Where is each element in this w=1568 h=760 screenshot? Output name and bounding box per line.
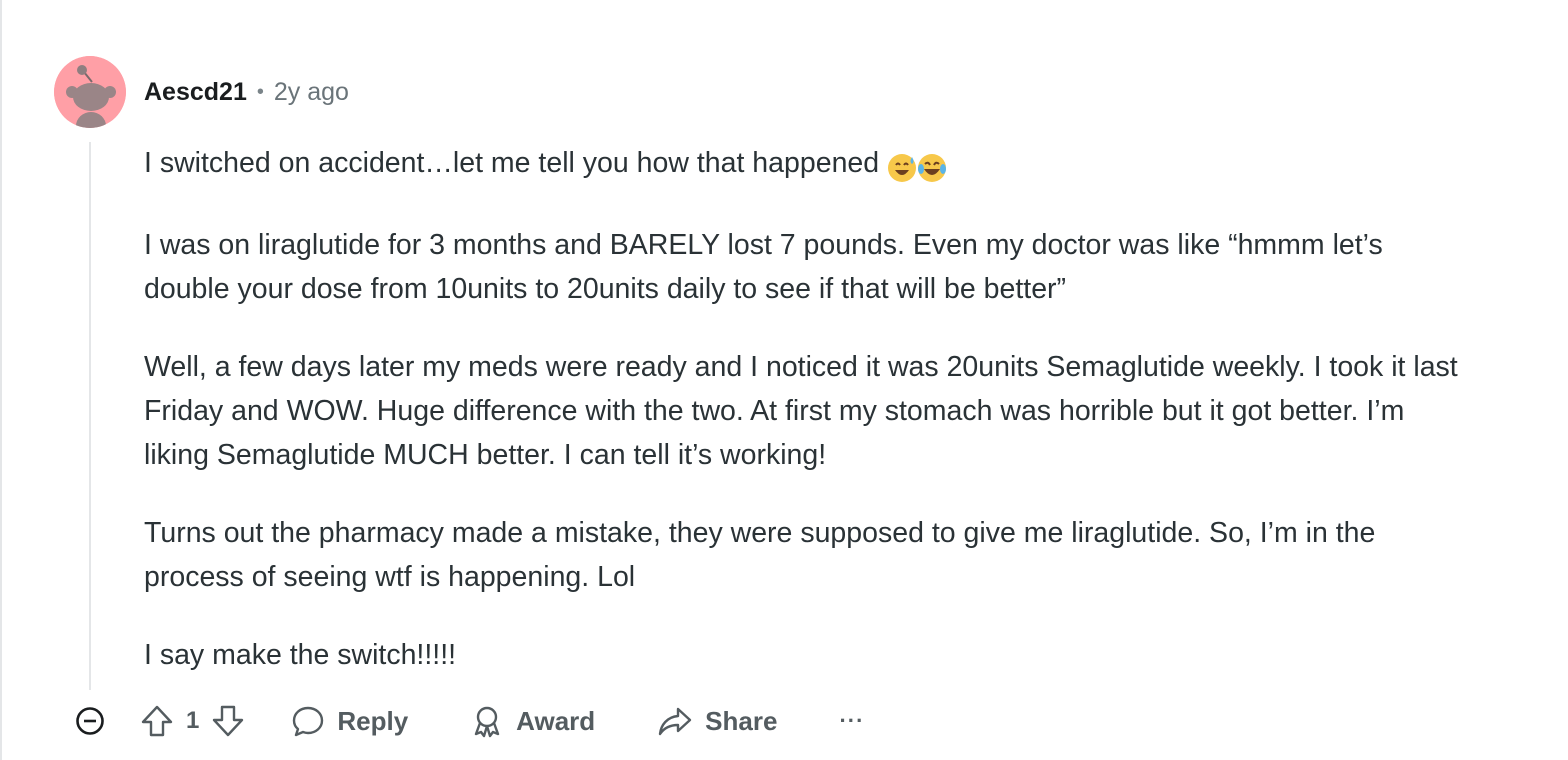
- downvote-arrow-icon: [213, 705, 244, 737]
- comment-body: I switched on accident…let me tell you h…: [144, 141, 1474, 711]
- comment-paragraph: I switched on accident…let me tell you h…: [144, 141, 1474, 189]
- comment-bubble-icon: [293, 706, 324, 737]
- comment-header: Aescd21 • 2y ago: [144, 74, 349, 110]
- more-options-button[interactable]: ···: [839, 708, 864, 734]
- vote-count: 1: [186, 707, 200, 734]
- comment-paragraph: Well, a few days later my meds were read…: [144, 351, 1458, 471]
- tears-of-joy-emoji: [918, 154, 947, 183]
- thread-line[interactable]: [89, 142, 91, 690]
- comment-actions: 1 Reply Award Share ···: [72, 700, 864, 742]
- vote-group: 1: [140, 704, 245, 738]
- username[interactable]: Aescd21: [144, 78, 247, 107]
- award-ribbon-icon: [474, 706, 500, 738]
- comment: Aescd21 • 2y ago I switched on accident……: [0, 0, 1568, 760]
- reply-label: Reply: [337, 705, 409, 736]
- emoji-group: [887, 145, 947, 189]
- paragraph-text: I switched on accident…let me tell you h…: [144, 147, 880, 179]
- comment-paragraph: Turns out the pharmacy made a mistake, t…: [144, 517, 1376, 593]
- snoo-avatar-icon: [54, 56, 126, 128]
- minus-circle-icon: [76, 707, 104, 735]
- collapse-button[interactable]: [72, 703, 108, 739]
- share-label: Share: [705, 705, 778, 736]
- share-arrow-icon: [658, 707, 692, 736]
- timestamp[interactable]: 2y ago: [274, 78, 349, 107]
- user-avatar[interactable]: [54, 56, 126, 128]
- upvote-arrow-icon: [141, 705, 173, 737]
- separator-dot: •: [256, 80, 264, 103]
- comment-paragraph: I was on liraglutide for 3 months and BA…: [144, 229, 1383, 305]
- reply-button[interactable]: Reply: [291, 704, 408, 738]
- grinning-sweat-emoji: [888, 154, 917, 183]
- award-label: Award: [516, 705, 596, 736]
- upvote-button[interactable]: [140, 704, 174, 738]
- downvote-button[interactable]: [211, 704, 245, 738]
- comment-paragraph: I say make the switch!!!!!: [144, 639, 457, 671]
- share-button[interactable]: Share: [657, 704, 777, 738]
- award-button[interactable]: Award: [470, 704, 595, 738]
